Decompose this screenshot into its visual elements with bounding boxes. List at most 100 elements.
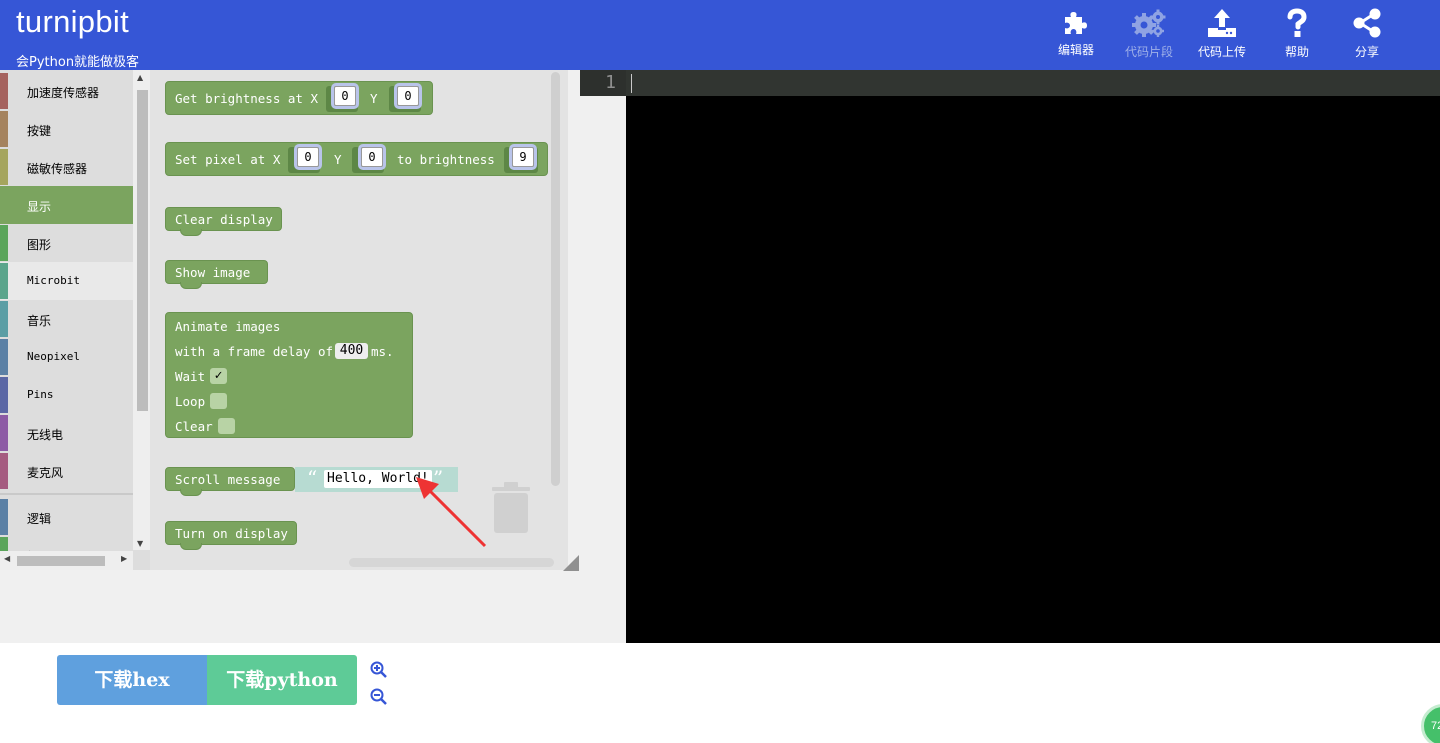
block-label-y: Y <box>370 91 378 106</box>
category-display[interactable]: 显示 <box>0 186 133 224</box>
delay-unit: ms. <box>371 344 394 359</box>
block-label: Clear display <box>175 212 273 227</box>
block-notch <box>180 229 202 236</box>
block-label-y: Y <box>334 152 342 167</box>
category-color-bar <box>0 225 8 261</box>
resize-handle-icon[interactable] <box>563 555 579 571</box>
toolbox-vertical-scrollbar[interactable]: ▲ ▼ <box>133 70 150 550</box>
scroll-up-arrow-icon[interactable]: ▲ <box>137 73 143 82</box>
status-badge[interactable]: 72 <box>1421 704 1440 743</box>
category-microbit[interactable]: Microbit <box>0 262 133 300</box>
block-clear-display[interactable]: Clear display <box>165 207 282 236</box>
tagline: 会Python就能做极客 <box>16 55 140 70</box>
toolbox-scroll-thumb[interactable] <box>137 90 148 411</box>
category-radio[interactable]: 无线电 <box>0 414 133 452</box>
scroll-down-arrow-icon[interactable]: ▼ <box>137 539 143 548</box>
clear-checkbox[interactable] <box>218 418 235 434</box>
share-icon <box>1353 8 1381 38</box>
loop-checkbox[interactable] <box>210 393 227 409</box>
trash-can-icon[interactable] <box>492 481 530 533</box>
scroll-left-arrow-icon[interactable]: ◀ <box>4 554 10 563</box>
download-hex-button[interactable]: 下载hex <box>57 655 207 705</box>
text-cursor <box>631 74 632 93</box>
brand-logo[interactable]: turnipbit <box>16 4 129 40</box>
annotation-arrow-icon <box>416 477 487 548</box>
block-scroll-message[interactable]: Scroll message <box>165 467 295 496</box>
share-button[interactable]: 分享 <box>1337 6 1397 68</box>
category-compass[interactable]: 磁敏传感器 <box>0 148 133 186</box>
wait-label: Wait <box>175 369 206 384</box>
loop-label: Loop <box>175 394 206 409</box>
category-label: 加速度传感器 <box>27 86 100 100</box>
category-label: 图形 <box>27 238 52 252</box>
toolbox-horizontal-scrollbar[interactable]: ◀ ▶ <box>0 551 133 570</box>
category-label: 逻辑 <box>27 512 52 526</box>
block-turn-on-display[interactable]: Turn on display <box>165 521 297 550</box>
category-label: 无线电 <box>27 428 64 442</box>
scroll-right-arrow-icon[interactable]: ▶ <box>121 554 127 563</box>
delay-value-field[interactable]: 400 <box>335 343 368 359</box>
zoom-in-icon[interactable] <box>370 661 387 678</box>
block-label: Show image <box>175 265 251 280</box>
category-color-bar <box>0 415 8 451</box>
workspace-footer-area <box>0 570 626 643</box>
category-music[interactable]: 音乐 <box>0 300 133 338</box>
help-label: 帮助 <box>1284 45 1309 59</box>
block-set-pixel[interactable]: Set pixel at X 0 Y 0 to brightness 9 <box>165 142 548 176</box>
category-images[interactable]: 图形 <box>0 224 133 262</box>
editor-active-line[interactable] <box>626 70 1440 96</box>
block-notch <box>180 489 202 496</box>
brightness-value-field[interactable]: 9 <box>509 144 537 170</box>
editor-button[interactable]: 编辑器 <box>1046 6 1106 68</box>
category-label: 音乐 <box>27 314 52 328</box>
code-editor[interactable] <box>626 96 1440 643</box>
category-color-bar <box>0 149 8 185</box>
puzzle-icon <box>1065 12 1087 34</box>
block-notch <box>180 282 202 289</box>
category-label: 显示 <box>27 200 52 214</box>
category-color-bar <box>0 263 8 299</box>
zoom-out-icon[interactable] <box>370 688 387 705</box>
category-accelerometer[interactable]: 加速度传感器 <box>0 72 133 110</box>
category-buttons[interactable]: 按键 <box>0 110 133 148</box>
block-label: Scroll message <box>175 472 281 487</box>
category-label: 按键 <box>27 124 52 138</box>
block-notch <box>180 543 202 550</box>
block-animate-images[interactable]: Animate images with a frame delay of 400… <box>165 312 413 438</box>
block-label: Set pixel at X <box>175 152 281 167</box>
block-show-image[interactable]: Show image <box>165 260 268 289</box>
app-header: turnipbit 会Python就能做极客 编辑器 代码片段 代码上传 帮助 … <box>0 0 1440 70</box>
flyout-horizontal-scrollbar[interactable] <box>349 558 554 567</box>
upload-icon <box>1208 9 1236 37</box>
x-value-field[interactable]: 0 <box>331 83 359 109</box>
category-neopixel[interactable]: Neopixel <box>0 338 133 376</box>
y-value-field[interactable]: 0 <box>394 83 422 109</box>
editor-label: 编辑器 <box>1057 43 1094 57</box>
toolbox-hscroll-thumb[interactable] <box>17 556 105 566</box>
category-label: Microbit <box>27 274 80 287</box>
clear-label: Clear <box>175 419 213 434</box>
help-icon <box>1287 8 1307 37</box>
block-label: Animate images <box>175 319 281 334</box>
flyout-vertical-scrollbar[interactable] <box>551 72 560 486</box>
download-python-button[interactable]: 下载python <box>207 655 357 705</box>
y-value-field[interactable]: 0 <box>358 144 386 170</box>
upload-button[interactable]: 代码上传 <box>1192 6 1252 68</box>
category-color-bar <box>0 73 8 109</box>
category-logic[interactable]: 逻辑 <box>0 498 133 536</box>
category-separator <box>0 493 133 495</box>
x-value-field[interactable]: 0 <box>294 144 322 170</box>
category-pins[interactable]: Pins <box>0 376 133 414</box>
category-color-bar <box>0 499 8 535</box>
block-label: Get brightness at X <box>175 91 318 106</box>
gears-icon <box>1132 9 1166 37</box>
block-get-brightness[interactable]: Get brightness at X 0 Y 0 <box>165 81 433 115</box>
category-label: Neopixel <box>27 350 80 363</box>
snippets-button[interactable]: 代码片段 <box>1119 6 1179 68</box>
wait-checkbox[interactable]: ✓ <box>210 368 227 384</box>
category-microphone[interactable]: 麦克风 <box>0 452 133 490</box>
help-button[interactable]: 帮助 <box>1267 6 1327 68</box>
block-label: Turn on display <box>175 526 288 541</box>
block-label-delay: with a frame delay of <box>175 344 334 359</box>
category-color-bar <box>0 187 8 223</box>
